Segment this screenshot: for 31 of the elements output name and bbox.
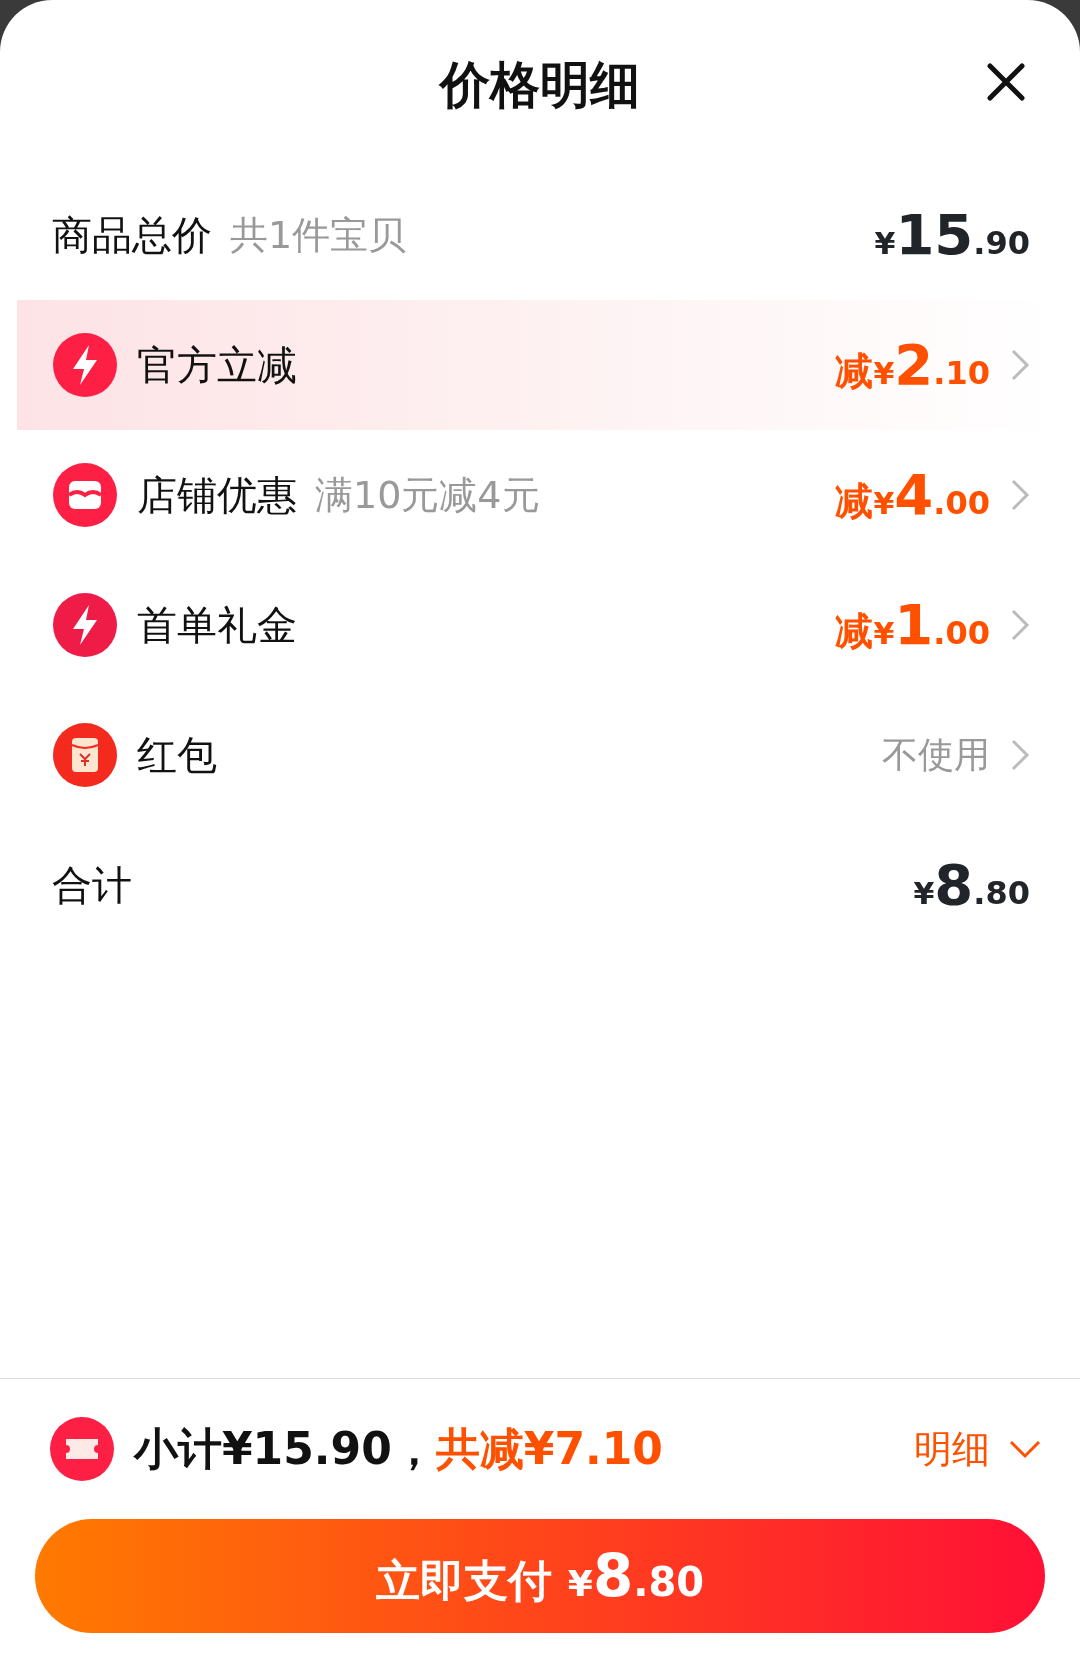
row-label: 合计 [52, 861, 132, 910]
price-amount: ¥8.80 [913, 851, 1030, 919]
price-amount: 减¥2.10 [835, 331, 990, 399]
store-icon [53, 463, 117, 527]
row-label: 店铺优惠 [137, 471, 297, 520]
row-value: 不使用 [882, 733, 990, 777]
row-label: 首单礼金 [137, 601, 297, 650]
lightning-icon [53, 593, 117, 657]
envelope-icon [53, 723, 117, 787]
price-amount: 减¥4.00 [835, 461, 990, 529]
row-note: 满10元减4元 [315, 471, 540, 519]
subtotal-text: 小计¥15.90， [134, 1422, 436, 1476]
chevron-right-icon[interactable] [1010, 478, 1030, 512]
chevron-right-icon[interactable] [1010, 738, 1030, 772]
chevron-down-icon [1008, 1439, 1042, 1459]
chevron-right-icon[interactable] [1010, 348, 1030, 382]
price-amount: ¥15.90 [874, 201, 1030, 269]
pay-button[interactable]: 立即支付 ¥8.80 [35, 1519, 1045, 1633]
discount-row[interactable]: 红包 不使用 [17, 690, 1063, 820]
price-amount: 减¥1.00 [835, 591, 990, 659]
row-label: 官方立减 [137, 341, 297, 390]
row-note: 共1件宝贝 [230, 211, 407, 259]
discount-row[interactable]: 首单礼金 减¥1.00 [17, 560, 1063, 690]
row-label: 红包 [137, 731, 217, 780]
ticket-icon [50, 1417, 114, 1481]
lightning-icon [53, 333, 117, 397]
discount-row[interactable]: 店铺优惠 满10元减4元 减¥4.00 [17, 430, 1063, 560]
chevron-right-icon[interactable] [1010, 608, 1030, 642]
sheet-title: 价格明细 [440, 54, 640, 116]
savings-text: 共减¥7.10 [435, 1422, 663, 1476]
row-label: 商品总价 [52, 211, 212, 260]
